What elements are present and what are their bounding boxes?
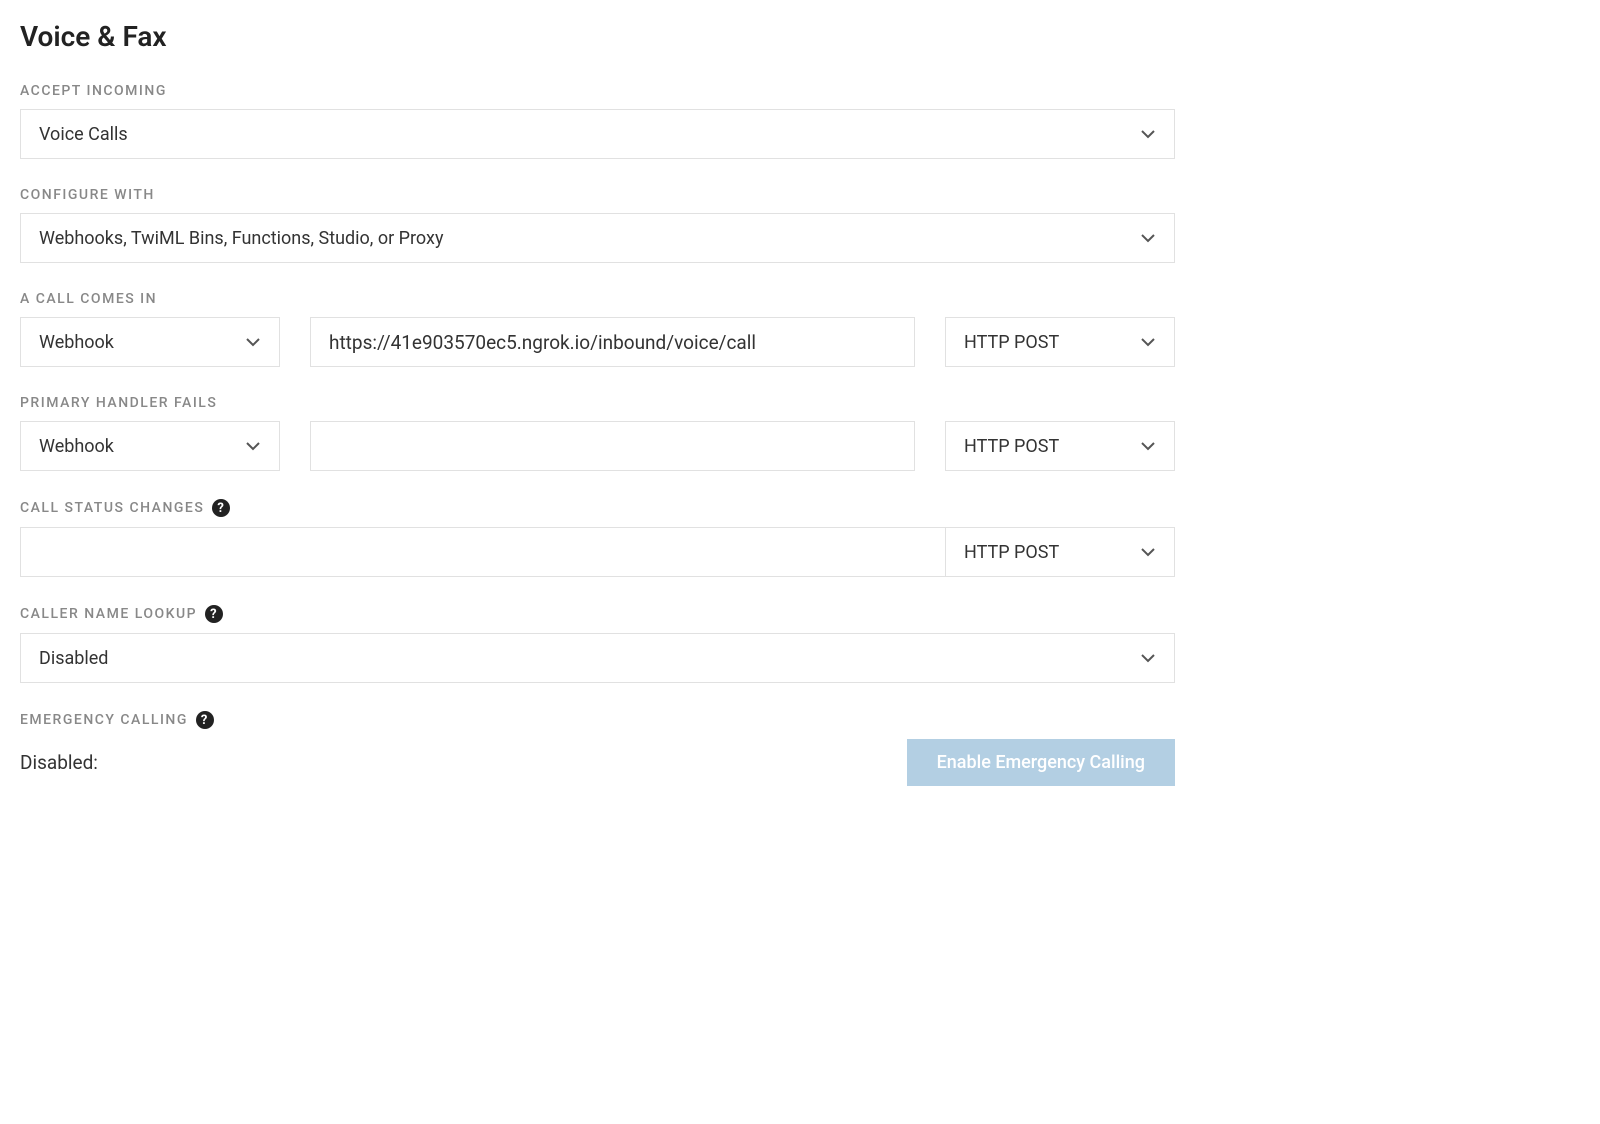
emergency-calling-group: EMERGENCY CALLING ? Disabled: Enable Eme… [20, 711, 1175, 786]
chevron-down-icon [1140, 438, 1156, 454]
chevron-down-icon [1140, 230, 1156, 246]
primary-handler-fails-method-select[interactable]: HTTP POST [945, 421, 1175, 471]
emergency-calling-status: Disabled: [20, 751, 98, 774]
primary-handler-fails-label: PRIMARY HANDLER FAILS [20, 395, 1175, 411]
call-status-changes-url-input[interactable] [20, 527, 945, 577]
call-comes-in-method-value: HTTP POST [964, 332, 1059, 353]
help-icon[interactable]: ? [205, 605, 223, 623]
primary-handler-fails-group: PRIMARY HANDLER FAILS Webhook HTTP POST [20, 395, 1175, 471]
call-comes-in-group: A CALL COMES IN Webhook HTTP POST [20, 291, 1175, 367]
configure-with-label: CONFIGURE WITH [20, 187, 1175, 203]
caller-name-lookup-label: CALLER NAME LOOKUP [20, 606, 197, 622]
call-comes-in-url-input[interactable] [310, 317, 915, 367]
primary-handler-fails-handler-select[interactable]: Webhook [20, 421, 280, 471]
call-comes-in-method-select[interactable]: HTTP POST [945, 317, 1175, 367]
help-icon[interactable]: ? [196, 711, 214, 729]
accept-incoming-select[interactable]: Voice Calls [20, 109, 1175, 159]
call-status-changes-group: CALL STATUS CHANGES ? HTTP POST [20, 499, 1175, 577]
caller-name-lookup-value: Disabled [39, 648, 108, 669]
accept-incoming-label: ACCEPT INCOMING [20, 83, 1175, 99]
accept-incoming-group: ACCEPT INCOMING Voice Calls [20, 83, 1175, 159]
chevron-down-icon [1140, 126, 1156, 142]
primary-handler-fails-handler-value: Webhook [39, 436, 114, 457]
emergency-calling-label: EMERGENCY CALLING [20, 712, 188, 728]
help-icon[interactable]: ? [212, 499, 230, 517]
chevron-down-icon [245, 334, 261, 350]
caller-name-lookup-group: CALLER NAME LOOKUP ? Disabled [20, 605, 1175, 683]
page-title: Voice & Fax [20, 20, 1175, 53]
caller-name-lookup-select[interactable]: Disabled [20, 633, 1175, 683]
accept-incoming-value: Voice Calls [39, 124, 128, 145]
call-status-changes-label: CALL STATUS CHANGES [20, 500, 204, 516]
call-status-changes-method-value: HTTP POST [964, 542, 1059, 563]
call-status-changes-method-select[interactable]: HTTP POST [945, 527, 1175, 577]
call-comes-in-label: A CALL COMES IN [20, 291, 1175, 307]
enable-emergency-calling-button[interactable]: Enable Emergency Calling [907, 739, 1175, 786]
chevron-down-icon [1140, 650, 1156, 666]
primary-handler-fails-url-input[interactable] [310, 421, 915, 471]
configure-with-select[interactable]: Webhooks, TwiML Bins, Functions, Studio,… [20, 213, 1175, 263]
chevron-down-icon [1140, 544, 1156, 560]
primary-handler-fails-method-value: HTTP POST [964, 436, 1059, 457]
configure-with-group: CONFIGURE WITH Webhooks, TwiML Bins, Fun… [20, 187, 1175, 263]
call-comes-in-handler-select[interactable]: Webhook [20, 317, 280, 367]
chevron-down-icon [1140, 334, 1156, 350]
call-comes-in-handler-value: Webhook [39, 332, 114, 353]
chevron-down-icon [245, 438, 261, 454]
configure-with-value: Webhooks, TwiML Bins, Functions, Studio,… [39, 228, 443, 249]
